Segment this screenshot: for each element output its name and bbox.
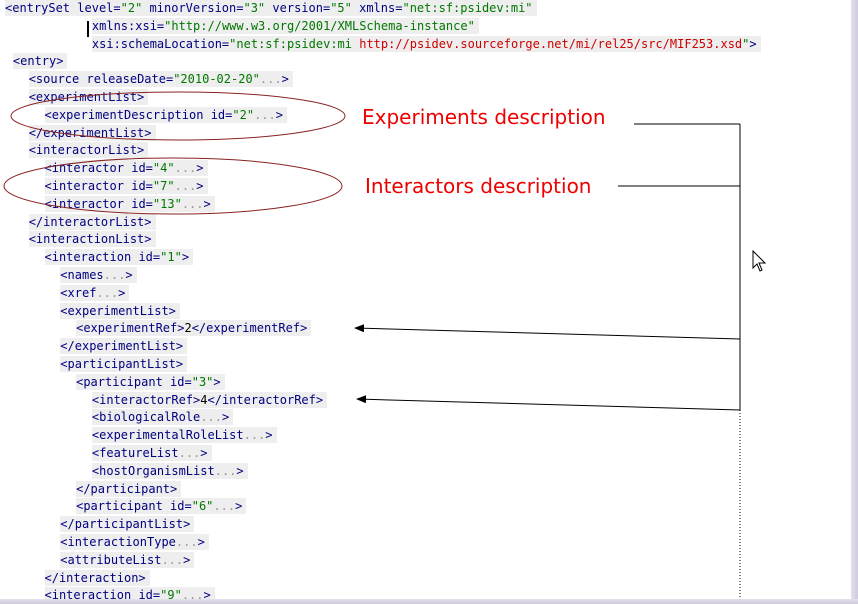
experiments-highlight-ellipse	[10, 91, 346, 141]
experiment-ref-arrow	[354, 324, 741, 340]
xml-diagram: <entrySet level="2" minorVersion="3" ver…	[0, 0, 858, 604]
interactor-ref-arrow	[356, 395, 741, 411]
annotation-connectors	[3, 91, 767, 600]
interactors-highlight-ellipse	[3, 157, 343, 215]
mouse-pointer-icon	[752, 249, 767, 272]
window-edge-right	[851, 0, 858, 604]
window-edge-bottom	[0, 599, 858, 604]
